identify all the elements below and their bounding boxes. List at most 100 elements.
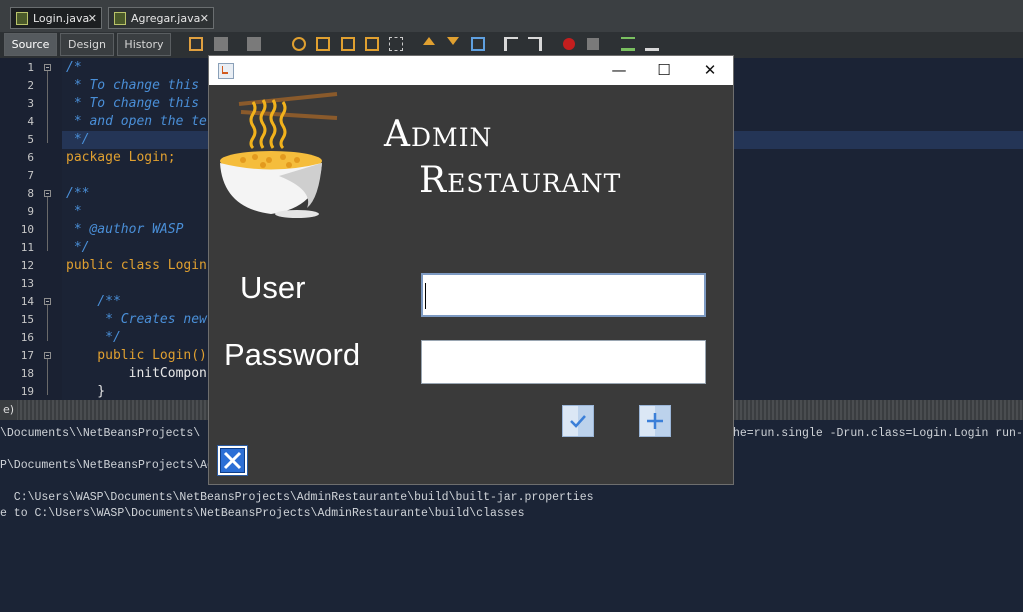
line-number: 13 xyxy=(20,277,34,290)
line-number: 18 xyxy=(20,367,34,380)
previous-bookmark-icon[interactable] xyxy=(423,37,435,45)
fold-toggle-icon[interactable] xyxy=(44,64,51,71)
uncomment-icon[interactable] xyxy=(645,37,659,51)
output-tab-label: e) xyxy=(0,400,18,420)
app-title-line2: Restaurant xyxy=(419,160,622,201)
forward-icon[interactable] xyxy=(247,37,261,51)
code-line: public class Login xyxy=(66,258,207,273)
line-number: 9 xyxy=(27,205,34,218)
login-button[interactable] xyxy=(562,405,594,437)
add-user-button[interactable] xyxy=(639,405,671,437)
back-icon[interactable] xyxy=(214,37,228,51)
code-line: */ xyxy=(66,132,90,147)
dialog-title-bar[interactable]: — ☐ ✕ xyxy=(209,56,733,85)
code-line: /** xyxy=(66,186,90,201)
code-line: public Login() xyxy=(66,348,207,363)
find-next-icon[interactable] xyxy=(341,37,355,51)
line-number: 7 xyxy=(27,169,34,182)
line-number: 5 xyxy=(27,133,34,146)
line-number: 2 xyxy=(27,79,34,92)
user-label: User xyxy=(240,270,306,305)
record-macro-icon[interactable] xyxy=(563,38,575,50)
design-button[interactable]: Design xyxy=(60,33,114,56)
line-number: 16 xyxy=(20,331,34,344)
output-line: P\Documents\NetBeansProjects\Ad xyxy=(0,459,214,472)
next-bookmark-icon[interactable] xyxy=(447,37,459,45)
close-icon xyxy=(220,448,245,473)
fold-toggle-icon[interactable] xyxy=(44,190,51,197)
java-app-icon xyxy=(218,63,234,79)
history-button[interactable]: History xyxy=(117,33,171,56)
password-label: Password xyxy=(224,337,361,372)
line-number: 4 xyxy=(27,115,34,128)
line-number: 6 xyxy=(27,151,34,164)
fold-guide xyxy=(47,359,48,395)
tab-login-java[interactable]: Login.java ✕ xyxy=(10,7,102,29)
code-line: * To change this xyxy=(66,78,200,93)
line-number: 1 xyxy=(27,61,34,74)
fold-guide xyxy=(47,71,48,143)
noodle-bowl-icon xyxy=(220,92,338,218)
editor-tab-bar: Login.java ✕ Agregar.java ✕ xyxy=(0,0,1023,33)
tab-label: Login.java xyxy=(33,12,90,25)
line-number-gutter: 1 2 3 4 5 6 7 8 9 10 11 12 13 14 15 16 17 18 19 xyxy=(0,58,62,400)
fold-toggle-icon[interactable] xyxy=(44,298,51,305)
line-number: 8 xyxy=(27,187,34,200)
line-number: 14 xyxy=(20,295,34,308)
app-title-line1: Admin xyxy=(384,114,493,155)
output-line-right: he=run.single -Drun.class=Login.Login ru… xyxy=(733,427,1023,440)
code-line: * and open the te xyxy=(66,114,207,129)
code-line: * xyxy=(66,204,82,219)
fold-guide xyxy=(47,305,48,341)
line-number: 10 xyxy=(20,223,34,236)
login-dialog: — ☐ ✕ Admin Restaurant User Password xyxy=(208,55,734,485)
fold-toggle-icon[interactable] xyxy=(44,352,51,359)
last-edit-icon[interactable] xyxy=(189,37,203,51)
exit-button[interactable] xyxy=(217,445,248,476)
stop-macro-icon[interactable] xyxy=(587,38,599,50)
minimize-button[interactable]: — xyxy=(596,56,642,85)
code-line: /** xyxy=(66,294,121,309)
comment-icon[interactable] xyxy=(621,37,635,51)
line-number: 17 xyxy=(20,349,34,362)
find-icon[interactable] xyxy=(292,37,306,51)
line-number: 3 xyxy=(27,97,34,110)
shift-left-icon[interactable] xyxy=(504,37,518,51)
code-line: } xyxy=(66,384,106,399)
fold-guide xyxy=(47,197,48,251)
java-file-icon xyxy=(16,12,28,25)
code-line: * Creates new xyxy=(66,312,207,327)
line-number: 11 xyxy=(20,241,34,254)
output-line: e to C:\Users\WASP\Documents\NetBeansPro… xyxy=(0,507,525,520)
code-line: * To change this xyxy=(66,96,200,111)
shift-right-icon[interactable] xyxy=(528,37,542,51)
close-window-button[interactable]: ✕ xyxy=(687,56,733,85)
plus-icon xyxy=(647,413,663,429)
selection-icon[interactable] xyxy=(389,37,403,51)
maximize-button[interactable]: ☐ xyxy=(641,56,687,85)
code-line: /* xyxy=(66,60,82,75)
tab-label: Agregar.java xyxy=(131,12,201,25)
line-number: 15 xyxy=(20,313,34,326)
find-previous-icon[interactable] xyxy=(316,37,330,51)
user-field[interactable] xyxy=(421,273,706,317)
code-line: */ xyxy=(66,330,121,345)
tab-close-icon[interactable]: ✕ xyxy=(88,8,97,30)
code-line: */ xyxy=(66,240,90,255)
code-line: * @author WASP xyxy=(66,222,184,237)
code-line: package Login; xyxy=(66,150,176,165)
password-field[interactable] xyxy=(421,340,706,384)
code-line: initCompon xyxy=(66,366,207,381)
tab-close-icon[interactable]: ✕ xyxy=(200,8,209,30)
check-icon xyxy=(570,415,586,428)
output-line: C:\Users\WASP\Documents\NetBeansProjects… xyxy=(0,491,594,504)
line-number: 12 xyxy=(20,259,34,272)
line-number: 19 xyxy=(20,385,34,398)
tab-agregar-java[interactable]: Agregar.java ✕ xyxy=(108,7,214,29)
text-caret xyxy=(425,283,426,309)
output-line: \Documents\\NetBeansProjects\ xyxy=(0,427,201,440)
toggle-bookmark-icon[interactable] xyxy=(471,37,485,51)
toggle-highlight-icon[interactable] xyxy=(365,37,379,51)
source-button[interactable]: Source xyxy=(4,33,57,56)
java-file-icon xyxy=(114,12,126,25)
